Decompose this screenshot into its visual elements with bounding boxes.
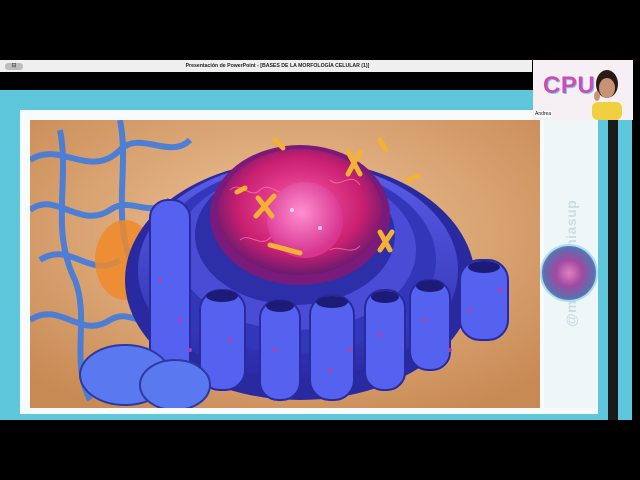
nucleus: [210, 145, 390, 285]
participant-name: Andrea: [534, 111, 553, 117]
window-title: Presentación de PowerPoint - [BASES DE L…: [185, 63, 370, 69]
window-titlebar: ⊟ Presentación de PowerPoint - [BASES DE…: [0, 60, 532, 72]
window-icon[interactable]: ⊟: [5, 62, 23, 70]
webcam-feed: CPU Andrea: [533, 60, 633, 120]
presenter-avatar: [592, 70, 622, 120]
cell-thumbnail: [540, 244, 598, 302]
cpu-logo: CPU: [543, 72, 596, 99]
cell-illustration: [30, 120, 540, 408]
window-edge: [608, 90, 618, 420]
